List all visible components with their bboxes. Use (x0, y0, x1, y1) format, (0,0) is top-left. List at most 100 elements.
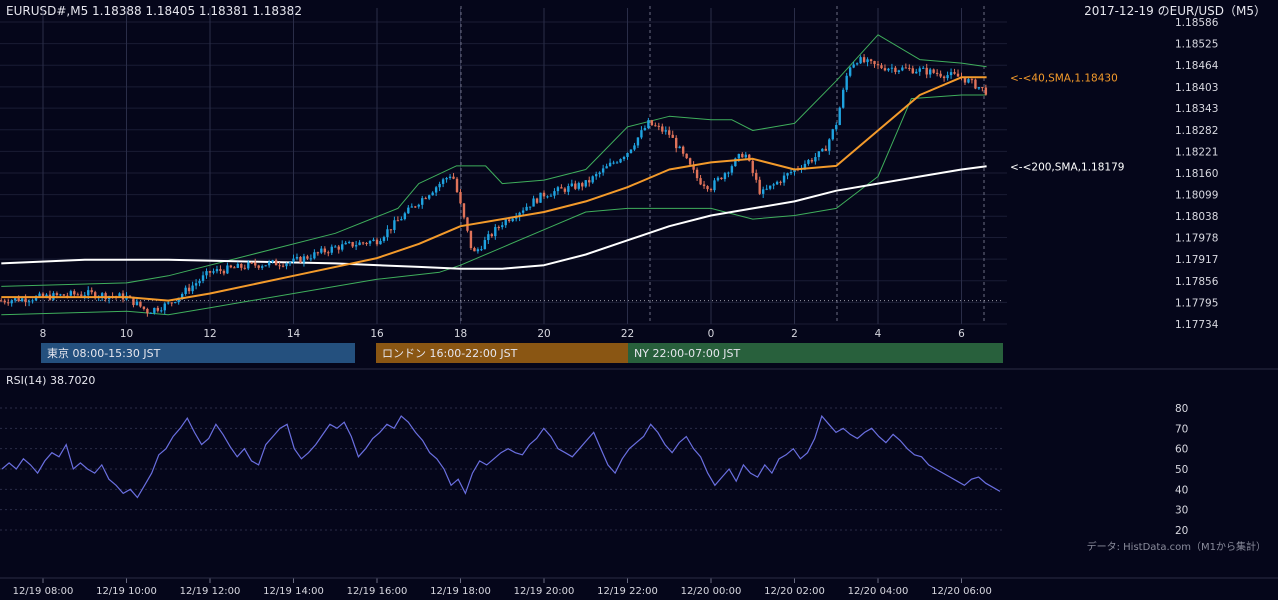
candle-body (379, 240, 382, 245)
price-y-tick: 1.17978 (1175, 233, 1218, 245)
candle-body (250, 262, 253, 264)
candle-body (588, 180, 591, 183)
candle-body (462, 203, 466, 218)
candle-body (855, 63, 859, 65)
time-axis-label: 12/20 00:00 (681, 586, 742, 597)
candle-body (10, 300, 13, 304)
candle-body (163, 303, 166, 311)
candle-body (730, 166, 734, 173)
candle-body (883, 68, 887, 71)
candle-body (869, 59, 873, 62)
time-axis: 12/19 08:00 12/19 10:00 12/19 12:00 12/19 1… (0, 577, 1278, 597)
candle-body (149, 312, 153, 314)
candle-body (835, 125, 838, 130)
price-y-tick: 1.18038 (1175, 211, 1218, 223)
candle-body (563, 188, 567, 192)
candle-body (90, 290, 93, 293)
candle-body (901, 67, 904, 71)
candle-body (3, 300, 6, 303)
candle-body (741, 153, 744, 158)
candle-body (135, 301, 139, 306)
candle-body (685, 153, 688, 159)
candle-body (142, 306, 146, 309)
price-x-tick: 10 (120, 328, 133, 340)
candle-body (240, 263, 243, 268)
candle-body (713, 180, 716, 191)
candle-body (915, 71, 918, 74)
candle-body (535, 198, 539, 203)
candle-body (267, 261, 271, 266)
candle-body (351, 242, 354, 247)
price-x-tick: 16 (370, 328, 384, 340)
candle-body (208, 271, 212, 273)
price-x-tick: 22 (621, 328, 634, 340)
candle-body (438, 183, 441, 188)
price-y-tick: 1.17856 (1175, 276, 1219, 288)
candle-body (591, 176, 594, 183)
price-x-axis: 8 10 12 14 16 18 20 22 0 2 4 6 (40, 328, 966, 340)
candle-body (24, 298, 27, 303)
candle-body (13, 298, 17, 301)
candle-body (146, 308, 149, 314)
candle-body (469, 230, 473, 249)
candle-body (341, 244, 344, 250)
candle-body (0, 300, 3, 302)
candle-body (118, 293, 121, 297)
candle-body (80, 294, 83, 296)
candle-body (257, 265, 260, 268)
candle-body (320, 248, 323, 253)
candle-body (313, 252, 316, 259)
candle-body (337, 246, 340, 250)
candle-body (264, 265, 267, 267)
candle-body (814, 157, 817, 162)
rsi-grid (0, 407, 1003, 531)
candle-body (668, 130, 671, 135)
candle-body (76, 294, 79, 296)
candle-body (984, 87, 988, 95)
candle-body (807, 160, 810, 164)
candle-body (334, 246, 337, 248)
candle-body (73, 291, 76, 295)
candle-body (455, 178, 459, 193)
candle-body (601, 168, 605, 173)
candle-body (897, 70, 901, 72)
candle-body (709, 189, 713, 191)
candle-body (281, 265, 285, 267)
candle-body (768, 185, 772, 189)
candle-body (198, 280, 201, 284)
candle-body (441, 179, 445, 184)
candle-body (424, 198, 427, 200)
candle-body (421, 198, 424, 205)
candle-body (675, 137, 678, 149)
candle-body (727, 172, 730, 174)
candle-body (167, 302, 170, 304)
candle-body (7, 302, 10, 304)
candle-body (260, 266, 264, 268)
chart-canvas: EURUSD#,M5 1.18388 1.18405 1.18381 1.183… (0, 4, 1278, 597)
candle-body (316, 252, 320, 254)
candle-body (810, 160, 814, 162)
candle-body (431, 192, 434, 196)
candle-body (932, 69, 935, 73)
candle-body (546, 196, 549, 198)
candle-body (400, 219, 403, 221)
candle-body (448, 176, 452, 178)
time-axis-label: 12/19 10:00 (96, 586, 157, 597)
candle-body (911, 68, 914, 74)
candle-body (758, 179, 761, 194)
candle-body (828, 139, 831, 151)
candle-body (285, 263, 288, 267)
candle-body (274, 260, 278, 266)
candle-body (647, 120, 650, 129)
time-axis-label: 12/19 08:00 (13, 586, 74, 597)
candle-body (205, 271, 208, 276)
candle-body (887, 68, 890, 71)
candle-body (942, 76, 946, 79)
candle-body (501, 225, 504, 228)
candle-body (671, 134, 674, 138)
candle-body (233, 267, 236, 269)
candle-body (894, 67, 897, 72)
time-axis-label: 12/20 04:00 (848, 586, 909, 597)
candle-body (824, 148, 828, 151)
candle-body (174, 302, 177, 304)
